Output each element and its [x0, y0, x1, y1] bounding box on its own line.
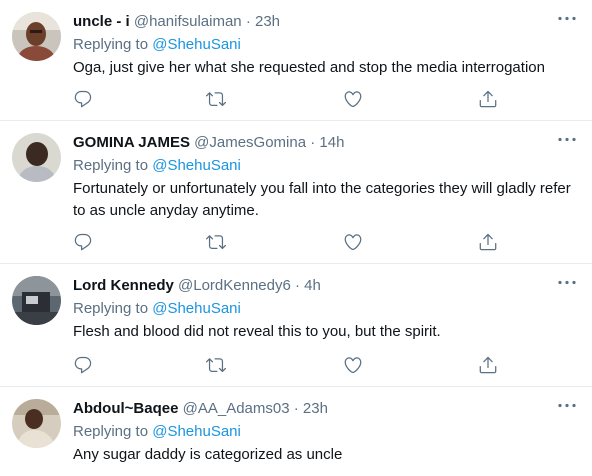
- share-icon: [478, 355, 498, 375]
- mention-link[interactable]: @ShehuSani: [152, 423, 241, 440]
- heart-icon: [343, 232, 363, 252]
- timestamp[interactable]: 23h: [303, 400, 328, 417]
- reply-button[interactable]: [73, 89, 93, 109]
- reply-icon: [73, 355, 93, 375]
- separator-dot: ·: [310, 134, 316, 151]
- heart-icon: [343, 89, 363, 109]
- display-name[interactable]: GOMINA JAMES: [73, 134, 190, 151]
- tweet-header: GOMINA JAMES @JamesGomina · 14h: [73, 133, 578, 153]
- retweet-button[interactable]: [206, 232, 226, 252]
- reply-button[interactable]: [73, 355, 93, 375]
- avatar-image: [12, 399, 61, 448]
- tweet-body: uncle - i @hanifsulaiman · 23h Replying …: [73, 12, 578, 79]
- retweet-icon: [206, 355, 226, 375]
- tweet-text: Oga, just give her what she requested an…: [73, 59, 545, 76]
- avatar[interactable]: [12, 276, 61, 325]
- retweet-button[interactable]: [206, 355, 226, 375]
- user-handle[interactable]: @LordKennedy6: [178, 277, 291, 294]
- tweet-header: Lord Kennedy @LordKennedy6 · 4h: [73, 276, 578, 296]
- tweet-actions: [73, 89, 503, 109]
- share-icon: [478, 89, 498, 109]
- separator-dot: ·: [295, 277, 300, 294]
- tweet-body: Abdoul~Baqee @AA_Adams03 · 23h Replying …: [73, 399, 578, 466]
- mention-link[interactable]: @ShehuSani: [152, 36, 241, 53]
- avatar[interactable]: [12, 133, 61, 182]
- like-button[interactable]: [343, 355, 363, 375]
- more-horizontal-icon[interactable]: [558, 403, 576, 408]
- avatar-image: [12, 12, 61, 61]
- avatar-image: [12, 133, 61, 182]
- replying-to-label: Replying to: [73, 157, 153, 174]
- timestamp[interactable]: 14h: [319, 134, 344, 151]
- mention-link[interactable]: @ShehuSani: [152, 300, 241, 317]
- reply-thread: uncle - i @hanifsulaiman · 23h Replying …: [0, 0, 592, 476]
- retweet-icon: [206, 232, 226, 252]
- like-button[interactable]: [343, 232, 363, 252]
- share-button[interactable]: [478, 89, 498, 109]
- timestamp[interactable]: 4h: [304, 277, 321, 294]
- tweet-actions: [73, 232, 503, 252]
- more-horizontal-icon[interactable]: [558, 16, 576, 21]
- share-button[interactable]: [478, 355, 498, 375]
- share-icon: [478, 232, 498, 252]
- retweet-icon: [206, 89, 226, 109]
- user-handle[interactable]: @JamesGomina: [194, 134, 306, 151]
- heart-icon: [343, 355, 363, 375]
- replying-to: Replying to @ShehuSani: [73, 35, 578, 55]
- tweet-text: Flesh and blood did not reveal this to y…: [73, 323, 441, 340]
- tweet-header: Abdoul~Baqee @AA_Adams03 · 23h: [73, 399, 578, 419]
- retweet-button[interactable]: [206, 89, 226, 109]
- like-button[interactable]: [343, 89, 363, 109]
- timestamp[interactable]: 23h: [255, 13, 280, 30]
- tweet-body: Lord Kennedy @LordKennedy6 · 4h Replying…: [73, 276, 578, 343]
- tweet[interactable]: Lord Kennedy @LordKennedy6 · 4h Replying…: [0, 264, 592, 387]
- avatar-image: [12, 276, 61, 325]
- replying-to-label: Replying to: [73, 36, 153, 53]
- tweet[interactable]: GOMINA JAMES @JamesGomina · 14h Replying…: [0, 121, 592, 264]
- tweet[interactable]: uncle - i @hanifsulaiman · 23h Replying …: [0, 0, 592, 121]
- replying-to-label: Replying to: [73, 300, 153, 317]
- reply-icon: [73, 232, 93, 252]
- separator-dot: ·: [245, 13, 251, 30]
- more-horizontal-icon[interactable]: [558, 280, 576, 285]
- display-name[interactable]: uncle - i: [73, 13, 130, 30]
- replying-to: Replying to @ShehuSani: [73, 299, 578, 319]
- display-name[interactable]: Abdoul~Baqee: [73, 400, 178, 417]
- share-button[interactable]: [478, 232, 498, 252]
- replying-to: Replying to @ShehuSani: [73, 156, 578, 176]
- user-handle[interactable]: @hanifsulaiman: [134, 13, 242, 30]
- tweet-text: Any sugar daddy is categorized as uncle: [73, 446, 343, 463]
- replying-to: Replying to @ShehuSani: [73, 422, 578, 442]
- replying-to-label: Replying to: [73, 423, 153, 440]
- tweet-text: Fortunately or unfortunately you fall in…: [73, 180, 571, 219]
- reply-button[interactable]: [73, 232, 93, 252]
- avatar[interactable]: [12, 12, 61, 61]
- tweet-body: GOMINA JAMES @JamesGomina · 14h Replying…: [73, 133, 578, 222]
- separator-dot: ·: [293, 400, 299, 417]
- display-name[interactable]: Lord Kennedy: [73, 277, 174, 294]
- reply-icon: [73, 89, 93, 109]
- tweet-header: uncle - i @hanifsulaiman · 23h: [73, 12, 578, 32]
- avatar[interactable]: [12, 399, 61, 448]
- tweet[interactable]: Abdoul~Baqee @AA_Adams03 · 23h Replying …: [0, 387, 592, 476]
- mention-link[interactable]: @ShehuSani: [152, 157, 241, 174]
- user-handle[interactable]: @AA_Adams03: [183, 400, 290, 417]
- tweet-actions: [73, 355, 503, 375]
- more-horizontal-icon[interactable]: [558, 137, 576, 142]
